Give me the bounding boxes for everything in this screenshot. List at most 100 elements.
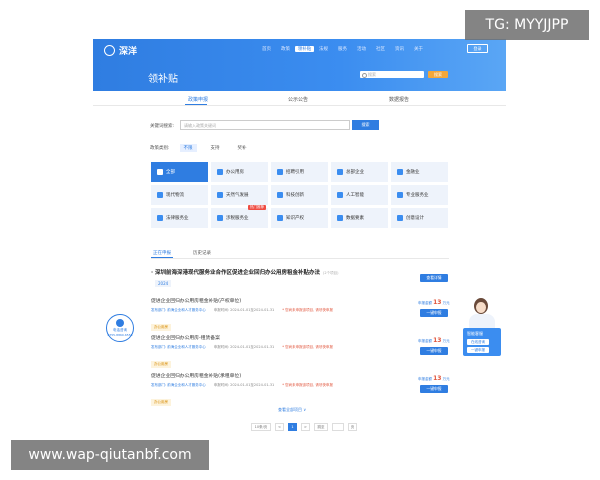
item-notice: * 您尚未申报该项目, 请尽快申报 — [282, 383, 333, 387]
category-label: 知识产权 — [286, 216, 304, 221]
nav-item[interactable]: 资讯 — [390, 46, 409, 52]
item-chip: 办公用房 — [151, 361, 171, 368]
policy-title[interactable]: · 深圳前海深港现代服务业合作区促进企业回归办公用房租金补贴办法 (2个项目) — [151, 268, 338, 276]
logo-text: 深洋 — [119, 47, 138, 57]
nav-item[interactable]: 社区 — [371, 46, 390, 52]
assistant-apply-button[interactable]: 一键申报 — [467, 347, 489, 353]
crown-icon — [337, 169, 343, 175]
watermark-bottom: www.wap-qiutanbf.com — [11, 440, 209, 470]
category-item[interactable]: 总部企业 — [331, 162, 388, 182]
pagination: 10条/页 < 1 > 跳至 页 — [251, 423, 357, 431]
category-item[interactable]: 法律服务业 — [151, 208, 208, 228]
assistant-consult-button[interactable]: 在线咨询 — [467, 339, 489, 345]
category-item[interactable]: 科技创新 — [271, 185, 328, 205]
keyword-input[interactable]: 请输入政策关键词 — [180, 120, 350, 130]
category-all[interactable]: 全部 — [151, 162, 208, 182]
tab-policy-apply[interactable]: 政策申报 — [188, 96, 208, 103]
item-meta: 发布部门: 前海企业和人才服务中心 申报时间: 2024-01-01至2024-… — [151, 383, 451, 388]
item-chip: 办公用房 — [151, 324, 171, 331]
subtab-ongoing[interactable]: 正在申报 — [153, 250, 171, 256]
category-label: 天然气发展 — [226, 193, 249, 198]
money-bag-icon — [397, 169, 403, 175]
watermark-top: TG: MYYJJPP — [465, 10, 589, 40]
filter-option[interactable]: 奖补 — [234, 144, 251, 152]
hero-search-input[interactable]: 搜索 — [360, 71, 424, 78]
item-title: 促进企业回归办公用房-租赁备案 — [151, 336, 220, 341]
nav-item[interactable]: 服务 — [333, 46, 352, 52]
item-period: 申报时间: 2024-01-01至2024-01-31 — [213, 383, 275, 387]
category-item[interactable]: 招聘引用 — [271, 162, 328, 182]
apply-button[interactable]: 一键申报 — [420, 347, 448, 355]
load-more-link[interactable]: 查看全部项目 ∨ — [278, 407, 306, 413]
category-item[interactable]: 办公用房 — [211, 162, 268, 182]
login-button[interactable]: 登录 — [467, 44, 488, 53]
item-period: 申报时间: 2024-01-01至2024-01-31 — [213, 345, 275, 349]
amount-label: 申报金额 — [418, 339, 432, 343]
category-item[interactable]: 人工智能 — [331, 185, 388, 205]
item-publisher: 发布部门: 前海企业和人才服务中心 — [151, 383, 206, 387]
header-banner: 深洋 首页 政策 领补贴 法规 服务 活动 社区 资讯 关于 登录 领补贴 搜索… — [93, 39, 506, 91]
amount-unit: 万元 — [442, 377, 450, 381]
page-number[interactable]: 1 — [288, 423, 297, 431]
jump-input[interactable] — [332, 423, 344, 431]
nav-item[interactable]: 活动 — [352, 46, 371, 52]
hero-search-button[interactable]: 搜索 — [428, 71, 448, 78]
list-item[interactable]: 促进企业回归办公用房-租赁备案 发布部门: 前海企业和人才服务中心 申报时间: … — [151, 334, 451, 369]
category-item[interactable]: 天然气发展 — [211, 185, 268, 205]
item-title: 促进企业回归办公用房租金补贴(承租单位) — [151, 374, 242, 379]
apply-button[interactable]: 一键申报 — [420, 309, 448, 317]
jump-label: 跳至 — [314, 423, 328, 431]
apply-button[interactable]: 一键申报 — [420, 385, 448, 393]
subtab-history[interactable]: 历史记录 — [193, 250, 211, 256]
category-item[interactable]: 金融业 — [391, 162, 448, 182]
list-item[interactable]: 促进企业回归办公用房租金补贴(产权单位) 发布部门: 前海企业和人才服务中心 申… — [151, 297, 451, 332]
flame-icon — [217, 192, 223, 198]
policy-title-text: · 深圳前海深港现代服务业合作区促进企业回归办公用房租金补贴办法 — [151, 270, 321, 276]
item-publisher: 发布部门: 前海企业和人才服务中心 — [151, 308, 206, 312]
keyword-search-button[interactable]: 搜索 — [352, 120, 379, 130]
page-frame: 深洋 首页 政策 领补贴 法规 服务 活动 社区 资讯 关于 登录 领补贴 搜索… — [93, 39, 506, 439]
subtab-underline — [151, 257, 173, 258]
category-label: 人工智能 — [346, 193, 364, 198]
prev-page-button[interactable]: < — [275, 423, 284, 431]
nav-item[interactable]: 法规 — [314, 46, 333, 52]
next-page-button[interactable]: > — [301, 423, 310, 431]
consult-phone: 0755-8860-6555 — [107, 333, 133, 337]
category-label: 法律服务业 — [166, 216, 189, 221]
category-item[interactable]: 涉税服务业 热门推荐 — [211, 205, 268, 228]
page-title: 领补贴 — [148, 74, 178, 85]
amount-unit: 万元 — [442, 301, 450, 305]
item-meta: 发布部门: 前海企业和人才服务中心 申报时间: 2024-01-01至2024-… — [151, 308, 451, 313]
category-label: 科技创新 — [286, 193, 304, 198]
truck-icon — [157, 192, 163, 198]
nav-item[interactable]: 关于 — [409, 46, 428, 52]
logo[interactable]: 深洋 — [104, 44, 137, 57]
gavel-icon — [157, 215, 163, 221]
filter-option[interactable]: 不限 — [179, 144, 197, 152]
view-details-button[interactable]: 查看详情 — [420, 274, 448, 282]
smart-assistant-widget[interactable]: 智能客服 在线咨询 一键申报 — [463, 298, 503, 360]
category-item[interactable]: 数据要素 — [331, 208, 388, 228]
category-label: 金融业 — [406, 170, 420, 175]
category-item[interactable]: 知识产权 — [271, 208, 328, 228]
category-label: 全部 — [166, 170, 175, 175]
tax-icon — [217, 215, 223, 221]
tab-announcements[interactable]: 公示公告 — [288, 96, 308, 103]
filter-option[interactable]: 支持 — [207, 144, 224, 152]
nav-item[interactable]: 首页 — [257, 46, 276, 52]
category-item[interactable]: 专业服务业 — [391, 185, 448, 205]
page-size-select[interactable]: 10条/页 — [251, 423, 271, 431]
amount-label: 申报金额 — [418, 377, 432, 381]
amount-display: 申报金额 13 万元 — [418, 375, 450, 382]
logo-icon — [104, 45, 115, 56]
briefcase-icon — [397, 192, 403, 198]
filter-label: 政策类别: — [150, 146, 170, 151]
tab-data-report[interactable]: 数据报告 — [389, 96, 409, 103]
category-item[interactable]: 创意设计 — [391, 208, 448, 228]
nav-item[interactable]: 政策 — [276, 46, 295, 52]
nav-item-active[interactable]: 领补贴 — [295, 46, 314, 52]
phone-consult-widget[interactable]: 电话咨询 0755-8860-6555 — [106, 314, 134, 342]
year-tag: 2024 — [155, 280, 172, 287]
category-item[interactable]: 现代物流 — [151, 185, 208, 205]
list-item[interactable]: 促进企业回归办公用房租金补贴(承租单位) 发布部门: 前海企业和人才服务中心 申… — [151, 372, 451, 407]
